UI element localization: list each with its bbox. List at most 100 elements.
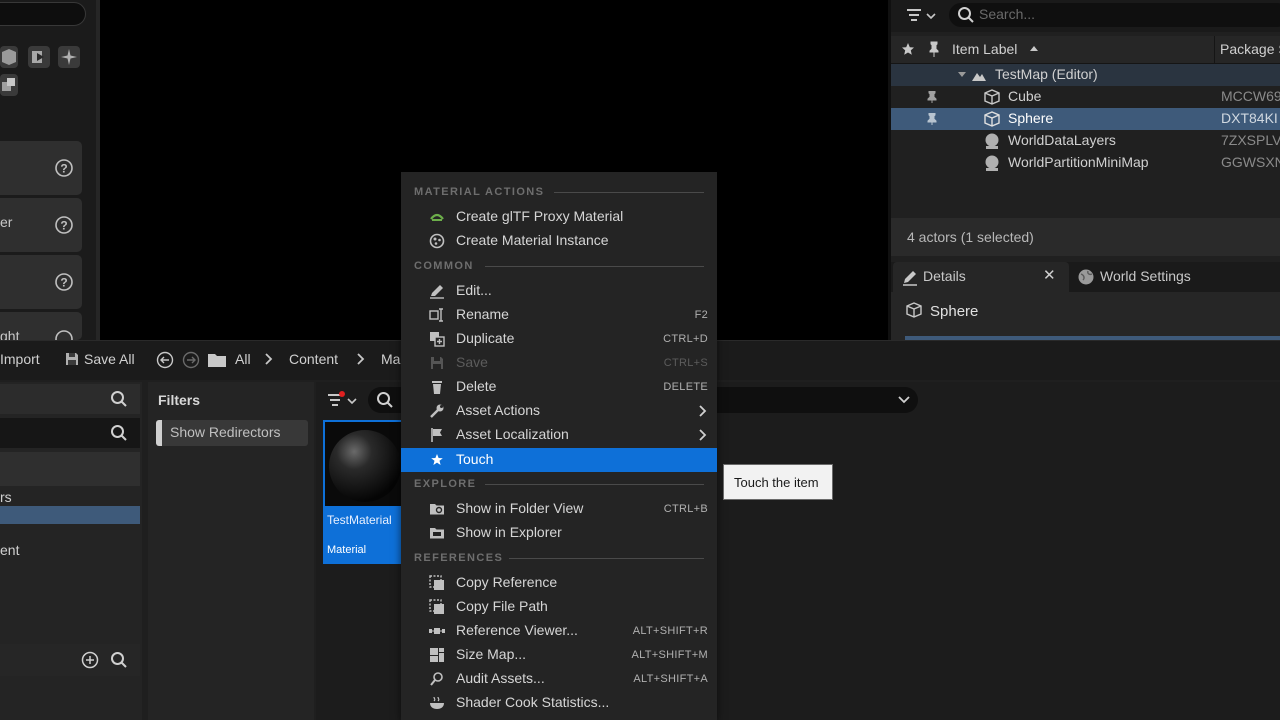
cube-mode-icon[interactable]	[0, 46, 18, 68]
shapes-mode-icon[interactable]	[0, 74, 18, 96]
tab-world-settings[interactable]: World Settings	[1100, 268, 1191, 284]
chevron-down-icon[interactable]	[898, 395, 910, 405]
outliner-row-minimap[interactable]: WorldPartitionMiniMap GGWSXN	[891, 152, 1280, 174]
sources-folder-header[interactable]	[0, 452, 140, 486]
menu-item-copy-file-path[interactable]: Copy File Path	[401, 595, 717, 619]
section-divider	[509, 558, 704, 559]
folder-icon[interactable]	[207, 352, 227, 368]
outliner-row-sphere[interactable]: Sphere DXT84KI	[891, 108, 1280, 130]
import-button[interactable]: Import	[0, 351, 40, 367]
help-icon[interactable]: ?	[54, 158, 74, 178]
menu-item-edit[interactable]: Edit...	[401, 279, 717, 303]
menu-item-show-in-folder-view[interactable]: Show in Folder View CTRL+B	[401, 497, 717, 521]
menu-item-label: Show in Folder View	[456, 500, 584, 516]
left-panel-button-1[interactable]: ?	[0, 141, 82, 195]
menu-item-show-in-explorer[interactable]: Show in Explorer	[401, 521, 717, 545]
sparkle-mode-icon[interactable]	[58, 46, 80, 68]
help-icon[interactable]	[54, 329, 74, 340]
world-data-icon	[983, 154, 1001, 172]
menu-item-create-material-instance[interactable]: Create Material Instance	[401, 229, 717, 253]
star-icon[interactable]	[901, 42, 915, 56]
left-panel-button-3[interactable]: ?	[0, 255, 82, 309]
menu-item-label: Duplicate	[456, 330, 515, 346]
forward-icon[interactable]	[182, 351, 200, 369]
sources-folder-item[interactable]: rs	[0, 489, 12, 505]
pin-icon[interactable]	[927, 41, 941, 57]
sources-folder-item[interactable]: ent	[0, 542, 19, 558]
close-icon[interactable]: ✕	[1043, 266, 1056, 284]
expand-arrow-icon[interactable]	[957, 71, 967, 79]
column-item-label[interactable]: Item Label	[952, 41, 1017, 57]
menu-item-copy-reference[interactable]: Copy Reference	[401, 571, 717, 595]
search-icon[interactable]	[110, 424, 128, 442]
menu-item-reference-viewer[interactable]: Reference Viewer... ALT+SHIFT+R	[401, 619, 717, 643]
menu-item-duplicate[interactable]: Duplicate CTRL+D	[401, 327, 717, 351]
sources-selected-folder[interactable]	[0, 506, 140, 524]
help-icon[interactable]: ?	[54, 215, 74, 235]
left-panel-button-4[interactable]: ght	[0, 312, 82, 340]
static-mesh-icon	[983, 111, 1001, 127]
menu-item-shortcut: ALT+SHIFT+M	[631, 649, 708, 661]
section-divider	[554, 192, 704, 193]
svg-text:?: ?	[60, 162, 67, 176]
menu-item-label: Show in Explorer	[456, 524, 562, 540]
details-tab-row: Details ✕ World Settings	[891, 262, 1280, 292]
outliner-row-worlddatalayers[interactable]: WorldDataLayers 7ZXSPLV	[891, 130, 1280, 152]
back-icon[interactable]	[156, 351, 174, 369]
menu-item-shortcut: ALT+SHIFT+A	[633, 673, 708, 685]
pencil-icon	[901, 268, 919, 286]
menu-item-label: Touch	[456, 451, 494, 467]
column-package[interactable]: Package S	[1220, 41, 1280, 57]
menu-item-label: Reference Viewer...	[456, 622, 578, 638]
static-mesh-icon	[983, 89, 1001, 105]
outliner-search-input[interactable]: Search...	[949, 3, 1280, 27]
tooltip: Touch the item	[723, 464, 833, 500]
menu-item-shader-cook-statistics[interactable]: Shader Cook Statistics...	[401, 691, 717, 715]
pin-icon[interactable]	[927, 91, 937, 103]
left-panel-button-2[interactable]: er ?	[0, 198, 82, 252]
path-search-input[interactable]	[0, 418, 140, 448]
tab-details[interactable]: Details ✕	[893, 262, 1069, 292]
breadcrumb-content[interactable]: Content	[289, 351, 338, 367]
menu-item-label: Create glTF Proxy Material	[456, 208, 624, 224]
left-toolbar-panel: ? er ? ? ght	[0, 0, 100, 340]
search-icon[interactable]	[110, 651, 128, 669]
help-icon[interactable]: ?	[54, 272, 74, 292]
submenu-arrow-icon	[698, 428, 708, 442]
material-thumbnail	[325, 422, 401, 506]
menu-item-size-map[interactable]: Size Map... ALT+SHIFT+M	[401, 643, 717, 667]
svg-text:?: ?	[60, 276, 67, 290]
outliner-row-testmap[interactable]: TestMap (Editor)	[891, 64, 1280, 86]
menu-item-label: Copy File Path	[456, 598, 548, 614]
breadcrumb-materials[interactable]: Ma	[381, 351, 400, 367]
outliner-row-cube[interactable]: Cube MCCW69	[891, 86, 1280, 108]
menu-item-rename[interactable]: Rename F2	[401, 303, 717, 327]
search-icon[interactable]	[110, 390, 128, 408]
menu-item-delete[interactable]: Delete DELETE	[401, 375, 717, 399]
menu-item-label: Save	[456, 354, 488, 370]
menu-item-audit-assets[interactable]: Audit Assets... ALT+SHIFT+A	[401, 667, 717, 691]
add-icon[interactable]	[81, 651, 99, 669]
filter-dropdown-icon[interactable]	[905, 6, 941, 26]
show-redirectors-filter[interactable]: Show Redirectors	[156, 420, 308, 446]
breadcrumb-all[interactable]: All	[235, 351, 251, 367]
menu-item-create-gltf-proxy-material[interactable]: Create glTF Proxy Material	[401, 205, 717, 229]
play-mode-icon[interactable]	[28, 46, 50, 68]
asset-tile-testmaterial[interactable]: TestMaterial Material	[323, 420, 403, 564]
filter-dropdown-icon[interactable]	[326, 391, 362, 411]
menu-item-touch[interactable]: Touch	[401, 448, 717, 472]
tooltip-text: Touch the item	[734, 475, 819, 490]
pin-icon[interactable]	[927, 113, 937, 125]
row-label: TestMap (Editor)	[995, 66, 1098, 82]
menu-item-asset-localization[interactable]: Asset Localization	[401, 423, 717, 447]
column-divider[interactable]	[1214, 36, 1215, 64]
outliner-header: Search...	[891, 0, 1280, 32]
save-all-button[interactable]: Save All	[84, 351, 135, 367]
menu-item-label: Copy Reference	[456, 574, 558, 590]
tab-label: Details	[923, 268, 966, 284]
row-package: MCCW69	[1221, 88, 1280, 104]
mode-search-field[interactable]	[0, 2, 86, 26]
menu-item-asset-actions[interactable]: Asset Actions	[401, 399, 717, 423]
row-label: WorldDataLayers	[1008, 132, 1116, 148]
sources-search-row[interactable]	[0, 384, 140, 414]
